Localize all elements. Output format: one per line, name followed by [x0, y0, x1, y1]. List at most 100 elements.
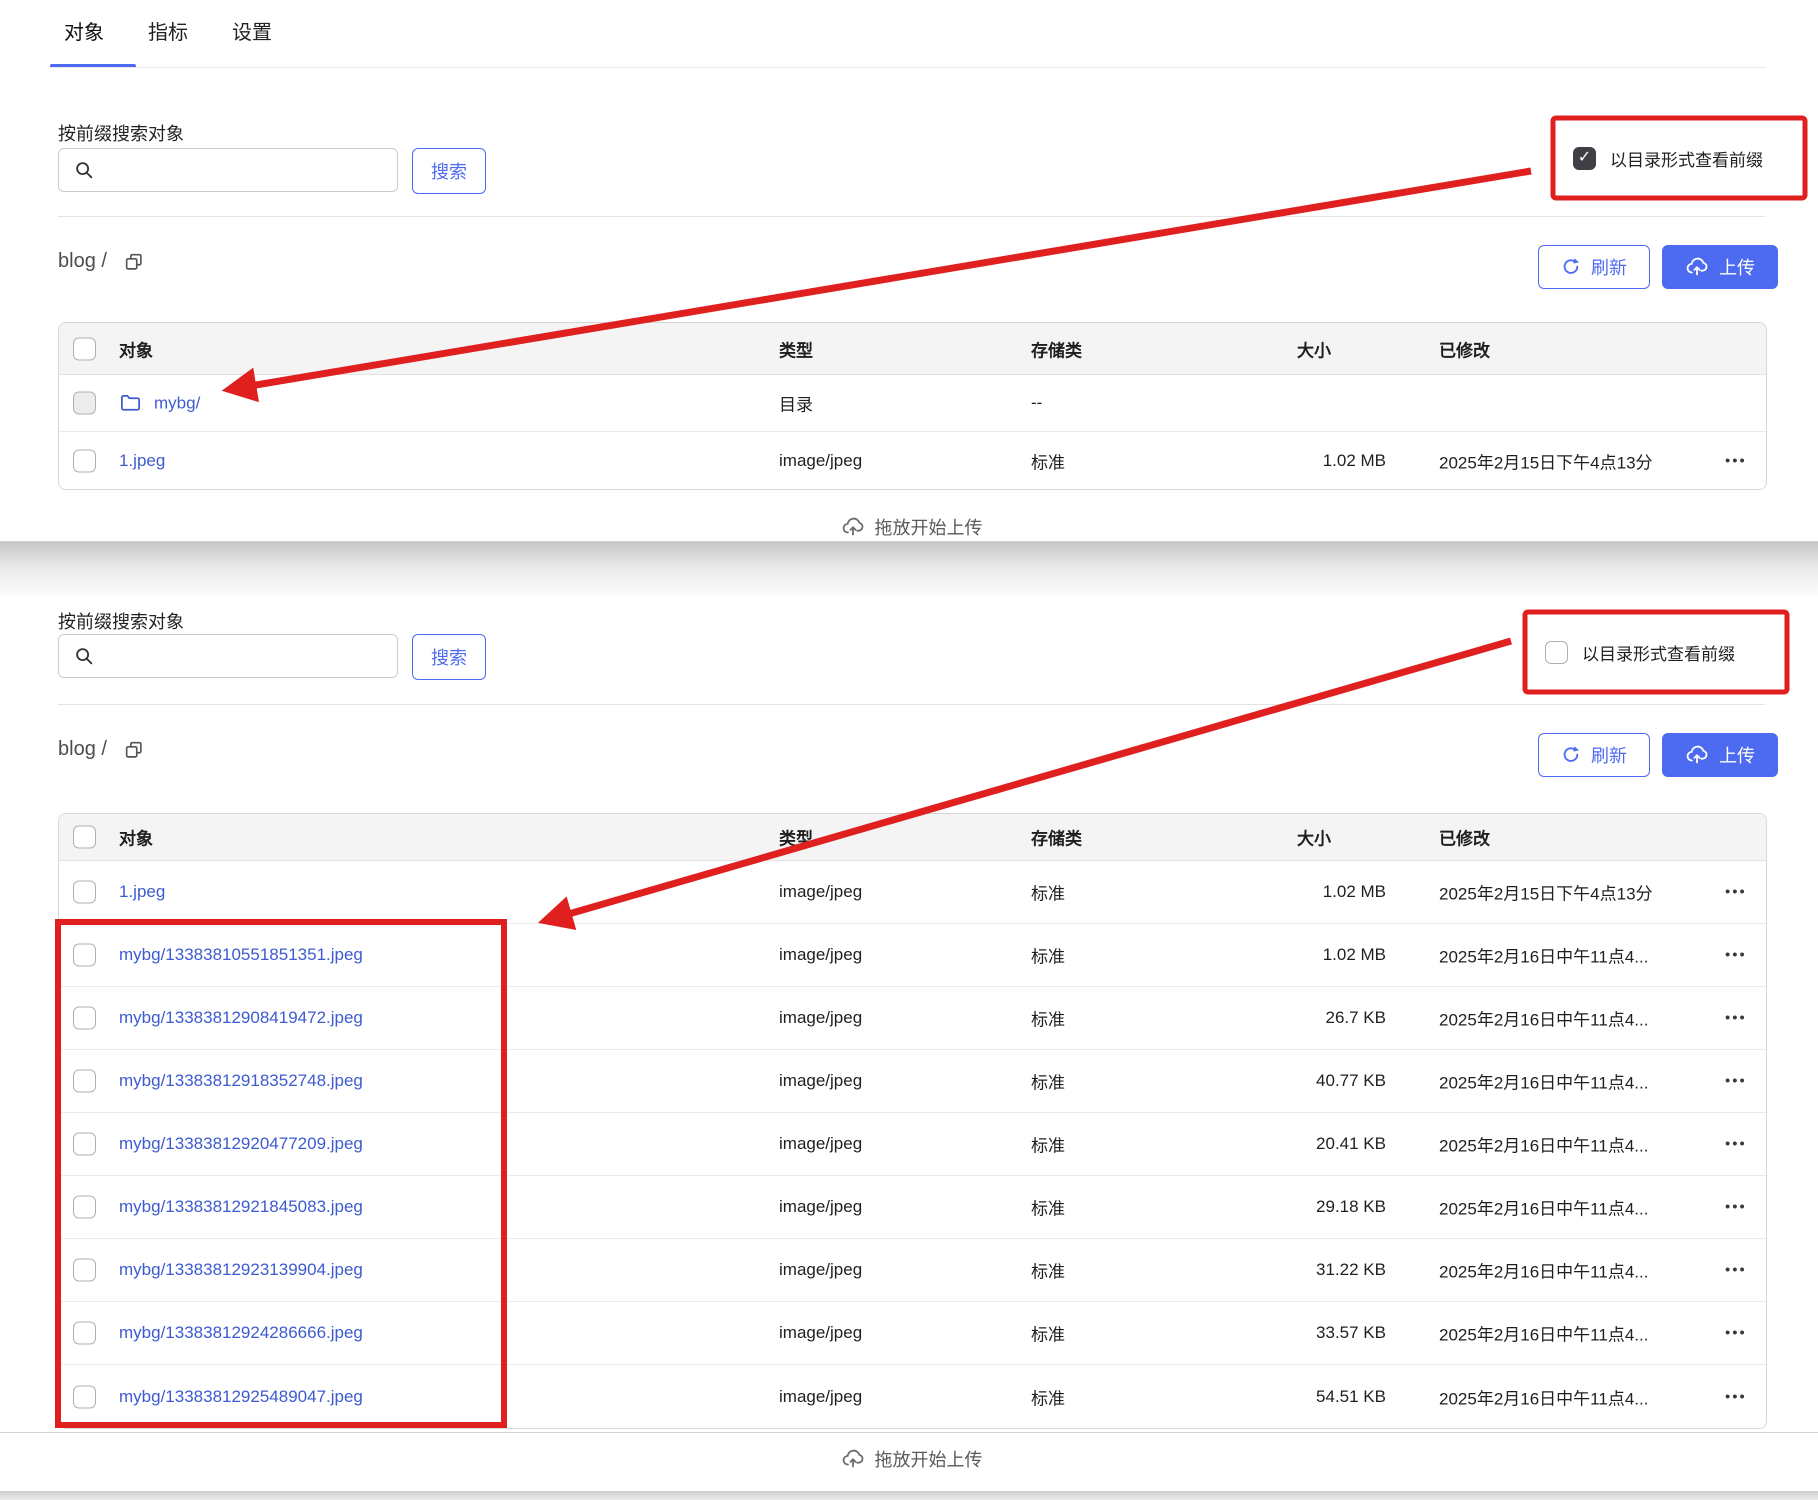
search-button[interactable]: 搜索	[412, 148, 486, 194]
row-checkbox-cell	[73, 1321, 96, 1345]
row-menu-button[interactable]: •••	[1725, 1010, 1747, 1027]
object-link[interactable]: 1.jpeg	[119, 882, 165, 902]
copy-icon[interactable]	[123, 251, 145, 273]
object-type: image/jpeg	[779, 450, 863, 470]
column-size: 大小	[1297, 829, 1331, 849]
object-link[interactable]: mybg/13383812924286666.jpeg	[119, 1323, 363, 1343]
object-name-cell: mybg/13383810551851351.jpeg	[119, 945, 363, 965]
storage-class: 标准	[1031, 1325, 1065, 1345]
object-name-cell: mybg/13383812918352748.jpeg	[119, 1071, 363, 1091]
object-link[interactable]: 1.jpeg	[119, 451, 165, 471]
row-menu-button[interactable]: •••	[1725, 452, 1747, 469]
object-link[interactable]: mybg/13383812921845083.jpeg	[119, 1197, 363, 1217]
refresh-icon	[1561, 745, 1581, 765]
cloud-upload-icon	[1685, 743, 1709, 767]
copy-icon[interactable]	[123, 739, 145, 761]
object-modified: 2025年2月16日中午11点4...	[1439, 1136, 1649, 1156]
bottom-edge-band	[0, 1491, 1818, 1500]
search-input[interactable]	[58, 634, 398, 678]
object-modified: 2025年2月16日中午11点4...	[1439, 1010, 1649, 1030]
row-checkbox-cell	[73, 1195, 96, 1219]
table-row: mybg/13383812925489047.jpeg image/jpeg 标准 5…	[59, 1365, 1766, 1428]
object-link[interactable]: mybg/13383812908419472.jpeg	[119, 1008, 363, 1028]
drop-hint-label: 拖放开始上传	[874, 1450, 983, 1470]
drop-to-upload-zone[interactable]: 拖放开始上传	[58, 1446, 1765, 1472]
row-checkbox[interactable]	[73, 391, 96, 415]
object-link[interactable]: mybg/13383812918352748.jpeg	[119, 1071, 363, 1091]
row-menu-button[interactable]: •••	[1725, 947, 1747, 964]
magnifier-icon	[73, 645, 95, 667]
storage-class: --	[1031, 393, 1043, 412]
cloud-upload-icon	[1685, 255, 1709, 279]
object-size: 29.18 KB	[1316, 1197, 1386, 1216]
upload-button-label: 上传	[1719, 746, 1755, 766]
row-checkbox[interactable]	[73, 880, 96, 904]
row-checkbox[interactable]	[73, 1258, 96, 1282]
row-checkbox[interactable]	[73, 1132, 96, 1156]
object-size: 54.51 KB	[1316, 1386, 1386, 1406]
section-divider	[58, 704, 1765, 705]
column-size: 大小	[1297, 341, 1331, 360]
row-checkbox[interactable]	[73, 1321, 96, 1345]
table-header: 对象 类型 存储类 大小 已修改	[59, 323, 1766, 375]
row-menu-button[interactable]: •••	[1725, 1262, 1747, 1279]
upload-button[interactable]: 上传	[1662, 245, 1778, 289]
directory-view-checkbox-label: 以目录形式查看前缀	[1582, 644, 1735, 664]
directory-view-checkbox[interactable]: ✓	[1573, 146, 1596, 170]
row-checkbox[interactable]	[73, 449, 96, 472]
tab-metrics[interactable]: 指标	[148, 16, 188, 45]
cloud-upload-icon	[841, 1447, 865, 1471]
row-menu-button[interactable]: •••	[1725, 1388, 1747, 1405]
row-checkbox[interactable]	[73, 1069, 96, 1093]
tab-objects[interactable]: 对象	[64, 16, 104, 45]
row-checkbox[interactable]	[73, 1385, 96, 1408]
object-link[interactable]: mybg/13383812925489047.jpeg	[119, 1387, 363, 1407]
search-button[interactable]: 搜索	[412, 634, 486, 680]
row-menu-button[interactable]: •••	[1725, 1073, 1747, 1090]
row-menu-button[interactable]: •••	[1725, 1325, 1747, 1342]
refresh-button[interactable]: 刷新	[1538, 733, 1650, 777]
table-row: mybg/13383812924286666.jpeg image/jpeg 标准 3…	[59, 1302, 1766, 1365]
select-all-checkbox[interactable]	[73, 337, 96, 360]
search-input[interactable]	[58, 148, 398, 192]
storage-class: 标准	[1031, 453, 1065, 472]
row-menu-button[interactable]: •••	[1725, 1199, 1747, 1216]
object-link[interactable]: mybg/13383812920477209.jpeg	[119, 1134, 363, 1154]
tab-bar: 对象 指标 设置	[64, 16, 272, 45]
storage-class: 标准	[1031, 1136, 1065, 1156]
row-checkbox[interactable]	[73, 943, 96, 967]
directory-view-checkbox-label: 以目录形式查看前缀	[1610, 150, 1763, 170]
object-size: 31.22 KB	[1316, 1260, 1386, 1279]
object-type: 目录	[779, 395, 813, 415]
select-all-checkbox[interactable]	[73, 825, 96, 849]
breadcrumb-path[interactable]: blog /	[58, 738, 107, 761]
row-menu-button[interactable]: •••	[1725, 884, 1747, 901]
object-size: 1.02 MB	[1322, 450, 1386, 470]
object-link[interactable]: mybg/13383812923139904.jpeg	[119, 1260, 363, 1280]
row-checkbox-cell	[73, 1069, 96, 1093]
directory-view-checkbox[interactable]	[1545, 640, 1568, 664]
object-type: image/jpeg	[779, 1323, 863, 1342]
object-name-cell: mybg/13383812921845083.jpeg	[119, 1197, 363, 1217]
table-row: mybg/13383812908419472.jpeg image/jpeg 标准 2…	[59, 987, 1766, 1050]
table-header: 对象 类型 存储类 大小 已修改	[59, 814, 1766, 861]
object-link[interactable]: mybg/	[154, 393, 200, 413]
object-size: 20.41 KB	[1316, 1134, 1386, 1153]
footer-separator-line	[0, 1432, 1818, 1433]
folder-icon	[119, 392, 142, 415]
row-menu-button[interactable]: •••	[1725, 1136, 1747, 1153]
page: 对象 指标 设置 按前缀搜索对象 搜索 ✓ 以目录形式查看前缀 blog / 刷…	[0, 0, 1818, 1500]
upload-button[interactable]: 上传	[1662, 733, 1778, 777]
storage-class: 标准	[1031, 947, 1065, 967]
refresh-button[interactable]: 刷新	[1538, 245, 1650, 289]
column-modified: 已修改	[1439, 341, 1490, 360]
search-by-prefix-label: 按前缀搜索对象	[58, 612, 184, 632]
row-checkbox[interactable]	[73, 1006, 96, 1030]
object-link[interactable]: mybg/13383810551851351.jpeg	[119, 945, 363, 965]
breadcrumb-path[interactable]: blog /	[58, 250, 107, 273]
table-row: 1.jpeg image/jpeg 标准 1.02 MB 2025年2月15日下午4点1…	[59, 432, 1766, 489]
tab-settings[interactable]: 设置	[232, 16, 272, 45]
row-checkbox[interactable]	[73, 1195, 96, 1219]
object-name-cell: mybg/13383812924286666.jpeg	[119, 1323, 363, 1343]
drop-to-upload-zone[interactable]: 拖放开始上传	[58, 514, 1765, 540]
